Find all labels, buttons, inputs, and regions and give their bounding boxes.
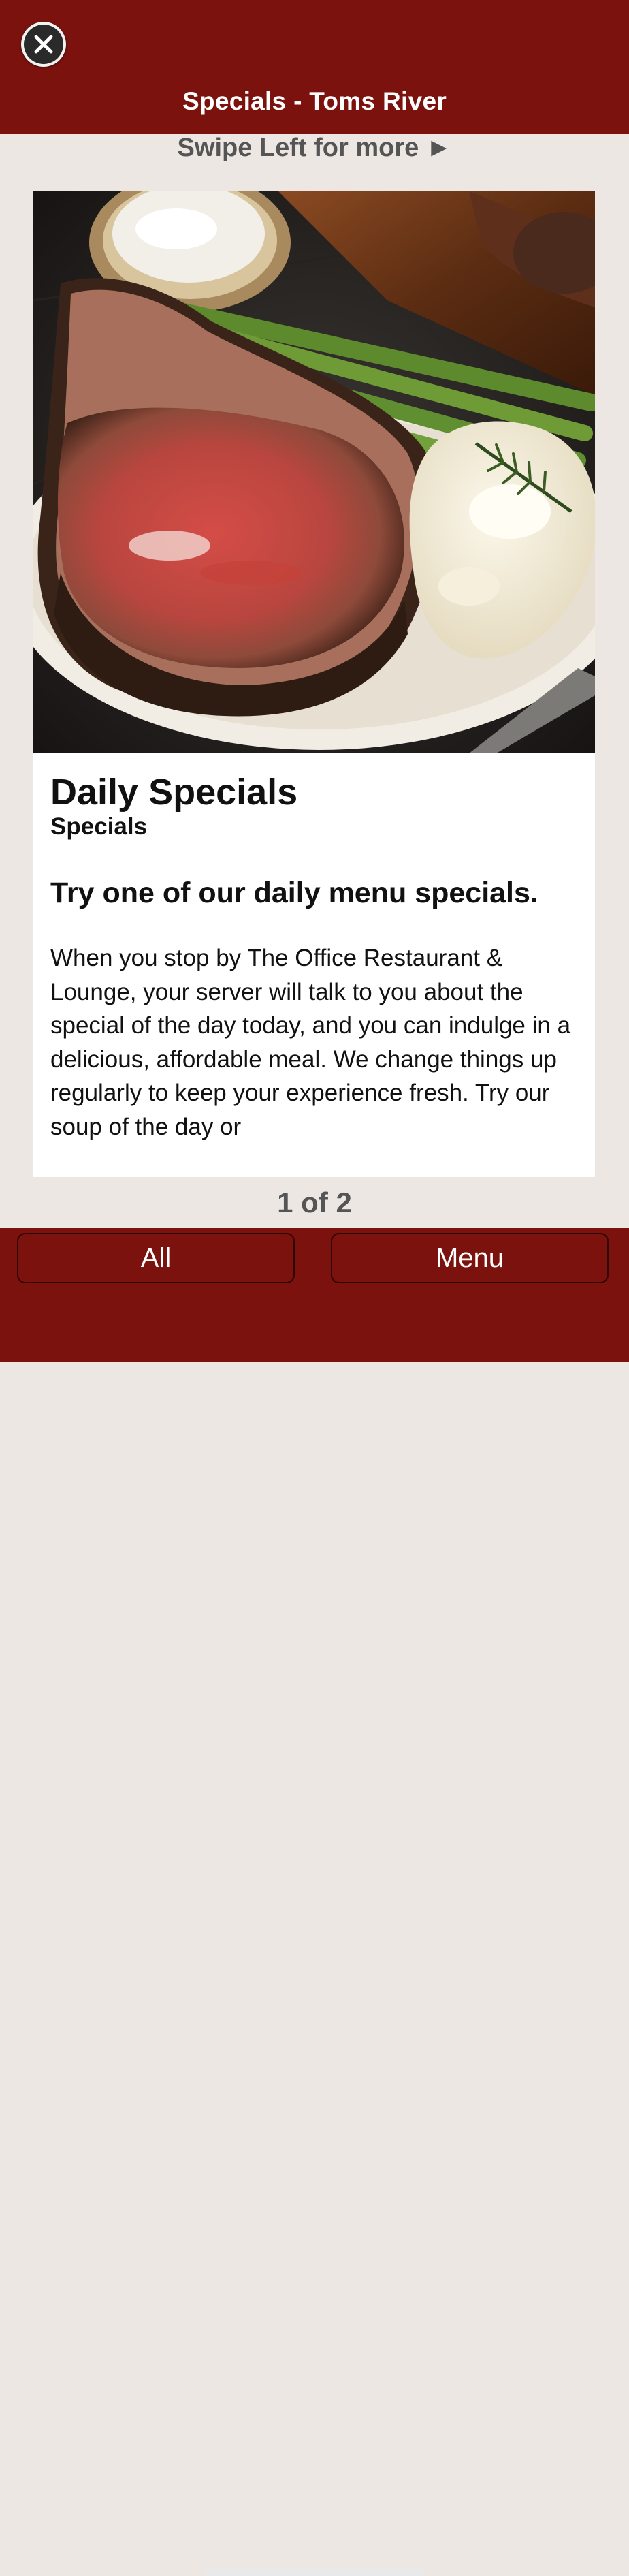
special-heading: Try one of our daily menu specials. [50,877,538,909]
special-title: Daily Specials [50,772,298,813]
menu-button[interactable]: Menu [331,1233,609,1283]
special-category: Specials [50,813,148,840]
bottom-bar: All Menu [0,1228,629,2576]
close-button[interactable] [21,22,66,67]
prime-rib-plate-photo [33,191,595,753]
special-body-text: When you stop by The Office Restaurant &… [50,945,571,1140]
special-description: Daily Specials Specials Try one of our d… [50,772,581,1144]
swipe-hint: Swipe Left for more ► [177,133,452,162]
all-button[interactable]: All [17,1233,295,1283]
home-indicator[interactable] [203,2569,426,2576]
page-title: Specials - Toms River [182,87,447,115]
top-bar: Specials - Toms River [0,0,629,134]
special-card[interactable]: Daily Specials Specials Try one of our d… [33,191,595,1177]
close-icon [34,35,53,54]
page-indicator: 1 of 2 [277,1187,352,1219]
